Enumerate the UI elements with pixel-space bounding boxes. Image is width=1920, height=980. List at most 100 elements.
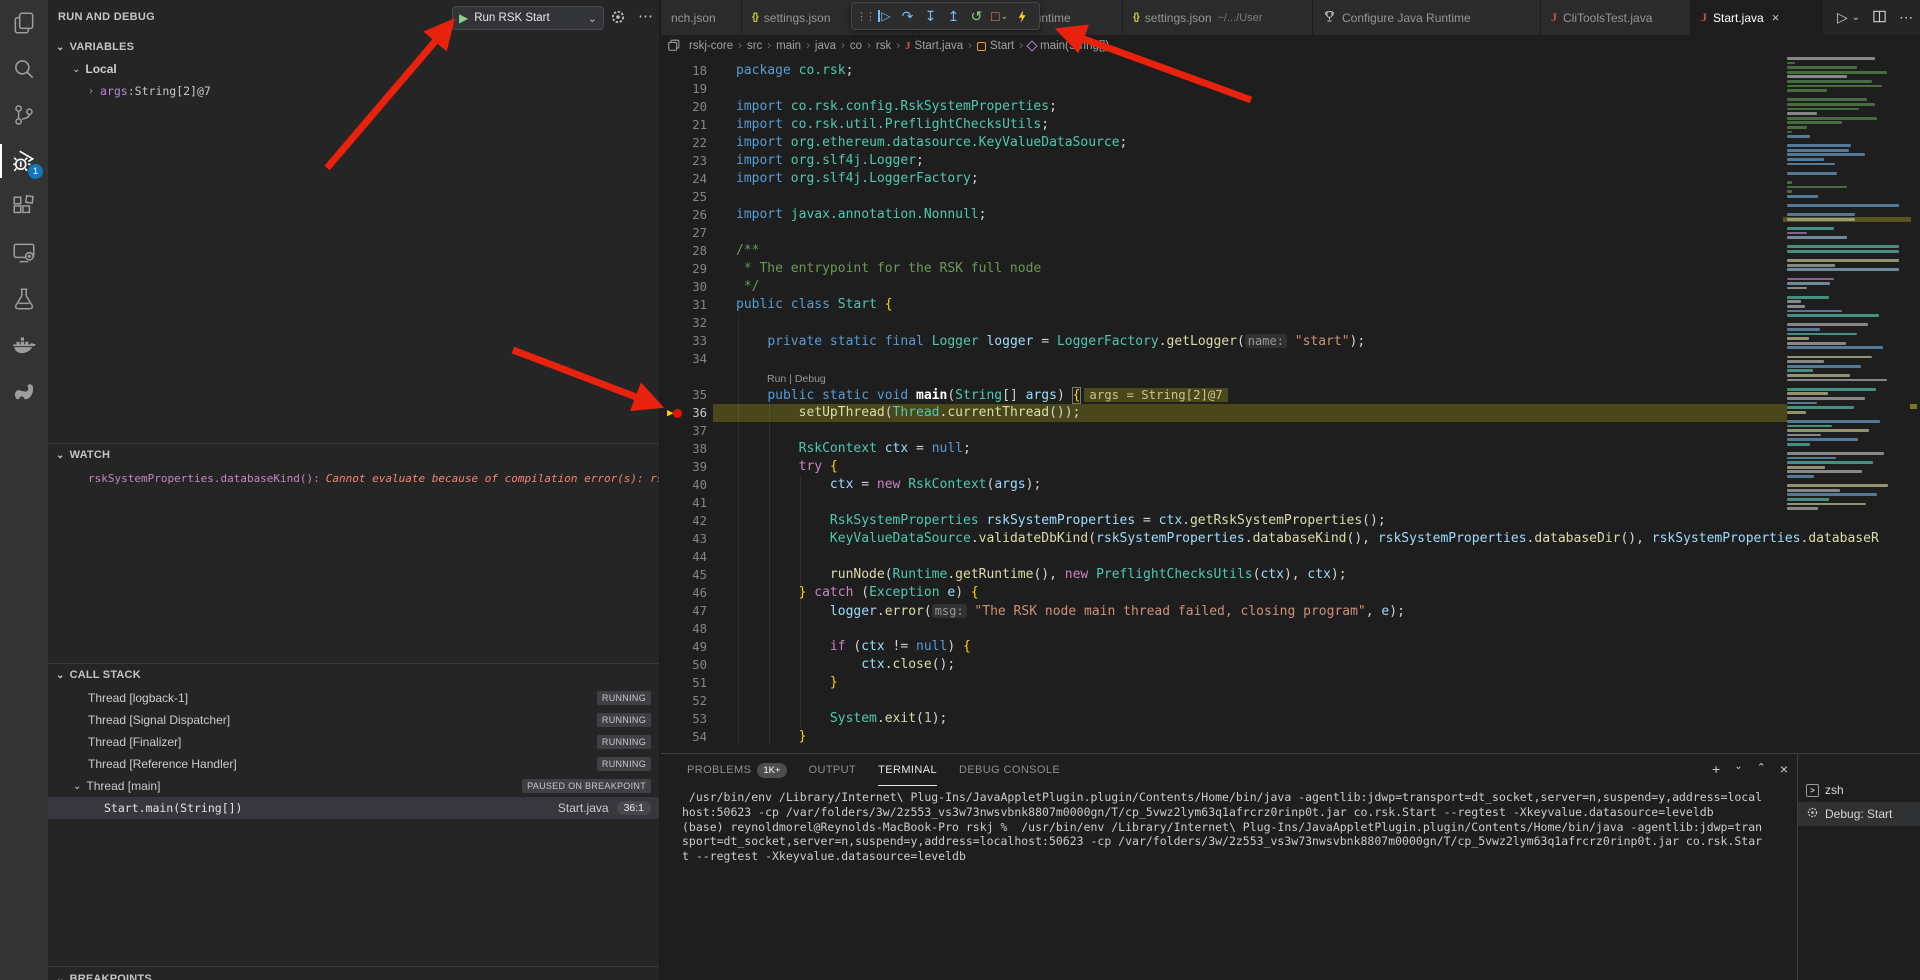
terminal-dropdown-icon[interactable]: ⌄ xyxy=(1734,761,1742,777)
line-number[interactable]: 27 xyxy=(661,224,707,242)
minimap[interactable] xyxy=(1787,57,1907,753)
line-number[interactable]: 30 xyxy=(661,278,707,296)
chevron-down-icon[interactable]: ⌄ xyxy=(1852,12,1860,23)
line-number[interactable]: 43 xyxy=(661,530,707,548)
line-number[interactable]: 18 xyxy=(661,62,707,80)
watch-expression-row[interactable]: rskSystemProperties.databaseKind(): Cann… xyxy=(48,466,659,490)
line-number[interactable]: 32 xyxy=(661,314,707,332)
variables-scope-local[interactable]: ⌄ Local xyxy=(48,58,659,80)
tab-start-java[interactable]: JStart.java× xyxy=(1691,0,1823,35)
tab[interactable]: {}settings.json~/.../User xyxy=(1123,0,1313,35)
line-number[interactable]: 33 xyxy=(661,332,707,350)
line-number[interactable]: 21 xyxy=(661,116,707,134)
line-number[interactable]: 39 xyxy=(661,458,707,476)
explorer-icon[interactable] xyxy=(0,0,48,46)
terminal-session-row[interactable]: Debug: Start xyxy=(1798,802,1920,826)
panel-tab-terminal[interactable]: TERMINAL xyxy=(878,754,937,786)
remote-explorer-icon[interactable] xyxy=(0,230,48,276)
breakpoint-paused-icon[interactable]: ▶ xyxy=(667,407,683,419)
call-stack-section-header[interactable]: ⌄ CALL STACK xyxy=(48,664,659,686)
breadcrumb-item[interactable]: Start xyxy=(977,40,1014,52)
launch-config-dropdown[interactable]: ▶ Run RSK Start ⌄ xyxy=(452,6,604,30)
hot-code-replace-button[interactable] xyxy=(1011,4,1034,28)
thread-row[interactable]: ⌄Thread [main]PAUSED ON BREAKPOINT xyxy=(48,775,659,797)
thread-row[interactable]: Thread [Signal Dispatcher]RUNNING xyxy=(48,709,659,731)
new-terminal-icon[interactable]: + xyxy=(1712,761,1720,777)
terminal-session-row[interactable]: >zsh xyxy=(1798,778,1920,802)
line-number[interactable]: 41 xyxy=(661,494,707,512)
breadcrumb-item[interactable]: rsk xyxy=(876,40,891,52)
line-number[interactable]: 34 xyxy=(661,350,707,368)
debug-settings-gear-icon[interactable] xyxy=(610,9,626,30)
watch-section-header[interactable]: ⌄ WATCH xyxy=(48,444,659,466)
line-number[interactable]: 48 xyxy=(661,620,707,638)
docker-icon[interactable] xyxy=(0,322,48,368)
search-icon[interactable] xyxy=(0,46,48,92)
extensions-icon[interactable] xyxy=(0,184,48,230)
line-number[interactable]: 42 xyxy=(661,512,707,530)
close-panel-icon[interactable]: × xyxy=(1780,761,1788,777)
breadcrumb-item[interactable]: co xyxy=(850,40,862,52)
thread-row[interactable]: Thread [Reference Handler]RUNNING xyxy=(48,753,659,775)
line-number[interactable]: 47 xyxy=(661,602,707,620)
drag-handle-icon[interactable]: ⋮⋮ xyxy=(857,4,873,28)
panel-tab-problems[interactable]: PROBLEMS1K+ xyxy=(687,754,787,786)
close-icon[interactable]: × xyxy=(1772,10,1780,25)
line-number[interactable]: 38 xyxy=(661,440,707,458)
overview-ruler[interactable] xyxy=(1907,57,1920,753)
line-number[interactable]: 29 xyxy=(661,260,707,278)
line-number[interactable]: 46 xyxy=(661,584,707,602)
tab[interactable]: JCliToolsTest.java xyxy=(1541,0,1691,35)
line-number[interactable]: 22 xyxy=(661,134,707,152)
stack-frame-row[interactable]: Start.main(String[])Start.java36:1 xyxy=(48,797,659,819)
split-editor-icon[interactable] xyxy=(1872,9,1887,27)
breadcrumb-item[interactable]: JStart.java xyxy=(905,40,963,52)
gradle-icon[interactable] xyxy=(0,368,48,414)
line-number[interactable]: 26 xyxy=(661,206,707,224)
line-number[interactable]: 45 xyxy=(661,566,707,584)
maximize-panel-icon[interactable]: ⌃ xyxy=(1757,761,1766,777)
line-number[interactable]: 23 xyxy=(661,152,707,170)
line-number[interactable]: 35 xyxy=(661,386,707,404)
breadcrumb-item[interactable]: main(String[]) xyxy=(1028,40,1109,52)
run-file-icon[interactable]: ▷ xyxy=(1837,9,1848,26)
restart-button[interactable]: ↺ xyxy=(965,4,988,28)
code-editor[interactable]: 17 */18package co.rsk;1920import co.rsk.… xyxy=(661,57,1920,753)
line-number[interactable]: 24 xyxy=(661,170,707,188)
variables-section-header[interactable]: ⌄ VARIABLES xyxy=(48,36,659,58)
step-into-button[interactable]: ↧ xyxy=(919,4,942,28)
breakpoints-section-header[interactable]: ⌄ BREAKPOINTS xyxy=(48,968,659,980)
step-out-button[interactable]: ↥ xyxy=(942,4,965,28)
continue-button[interactable]: ▷ xyxy=(873,4,896,28)
tab[interactable]: Configure Java Runtime xyxy=(1313,0,1541,35)
line-number[interactable]: 37 xyxy=(661,422,707,440)
line-number[interactable]: 40 xyxy=(661,476,707,494)
line-number[interactable]: 51 xyxy=(661,674,707,692)
line-number[interactable]: 28 xyxy=(661,242,707,260)
thread-row[interactable]: Thread [Finalizer]RUNNING xyxy=(48,731,659,753)
breadcrumb-item[interactable]: java xyxy=(815,40,836,52)
line-number[interactable]: 44 xyxy=(661,548,707,566)
run-debug-icon[interactable]: 1 xyxy=(0,138,48,184)
more-actions-icon[interactable]: ⋯ xyxy=(638,7,653,25)
line-number[interactable]: 50 xyxy=(661,656,707,674)
breadcrumb-item[interactable]: src xyxy=(747,40,762,52)
line-number[interactable]: 53 xyxy=(661,710,707,728)
step-over-button[interactable]: ↷ xyxy=(896,4,919,28)
tab[interactable]: nch.json xyxy=(661,0,742,35)
line-number[interactable]: 31 xyxy=(661,296,707,314)
line-number[interactable]: 52 xyxy=(661,692,707,710)
breadcrumb-item[interactable]: main xyxy=(776,40,801,52)
panel-tab-debug-console[interactable]: DEBUG CONSOLE xyxy=(959,754,1060,786)
more-actions-icon[interactable]: ⋯ xyxy=(1899,9,1913,26)
panel-tab-output[interactable]: OUTPUT xyxy=(809,754,857,786)
breadcrumb-item[interactable]: rskj-core xyxy=(689,40,733,52)
editor-group-icon[interactable] xyxy=(665,38,689,55)
variable-row-args[interactable]: › args String[2]@7 xyxy=(48,80,659,102)
line-number[interactable]: 54 xyxy=(661,728,707,746)
line-number[interactable]: 25 xyxy=(661,188,707,206)
line-number[interactable]: 49 xyxy=(661,638,707,656)
terminal-output[interactable]: /usr/bin/env /Library/Internet\ Plug-Ins… xyxy=(682,790,1785,980)
stop-button[interactable]: □⌄ xyxy=(988,4,1011,28)
thread-row[interactable]: Thread [logback-1]RUNNING xyxy=(48,687,659,709)
